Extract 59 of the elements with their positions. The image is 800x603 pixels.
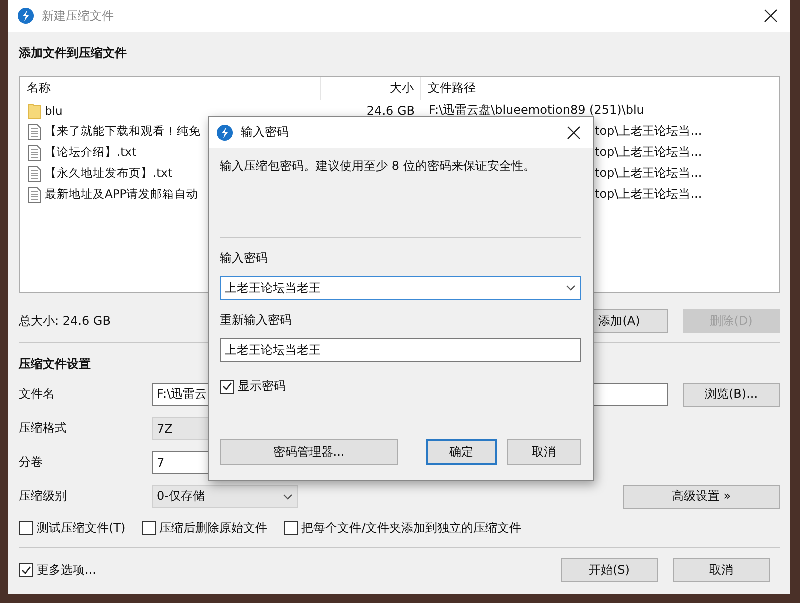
dialog-title: 输入密码	[241, 124, 289, 141]
column-header[interactable]: 大小	[321, 77, 421, 100]
field-label: 重新输入密码	[220, 312, 293, 328]
file-name: 【论坛介绍】.txt	[45, 145, 136, 160]
password-field[interactable]: 上老王论坛当老王	[220, 338, 581, 362]
checkbox[interactable]	[142, 521, 156, 535]
file-size: 24.6 GB	[366, 104, 415, 118]
field-label: 文件名	[19, 386, 56, 403]
section-heading: 压缩文件设置	[19, 356, 91, 373]
section-heading: 添加文件到压缩文件	[19, 45, 127, 62]
dialog-button[interactable]: 开始(S)	[561, 558, 658, 582]
lightning-icon	[18, 8, 34, 24]
dialog-button[interactable]: 取消	[673, 558, 770, 582]
total-size: 总大小: 24.6 GB	[19, 312, 111, 330]
dialog-button[interactable]: 密码管理器...	[220, 439, 398, 465]
caret-icon	[566, 285, 576, 291]
checkbox-label: 测试压缩文件(T)	[37, 520, 126, 536]
file-name: blu	[45, 104, 63, 118]
document-icon	[28, 144, 41, 160]
file-name: 【永久地址发布页】.txt	[45, 166, 172, 181]
window-title: 新建压缩文件	[42, 8, 114, 24]
close-icon	[567, 126, 581, 140]
check-icon	[222, 381, 232, 392]
file-path: top\上老王论坛当...	[595, 144, 702, 161]
file-path: top\上老王论坛当...	[595, 186, 702, 203]
file-name: 【来了就能下载和观看！纯免	[45, 124, 201, 139]
close-icon	[764, 9, 778, 23]
checkbox-label: 压缩后删除原始文件	[160, 520, 268, 536]
lightning-icon	[217, 124, 233, 140]
file-name: 最新地址及APP请发邮箱自动	[45, 187, 199, 202]
document-icon	[28, 166, 41, 182]
file-path: top\上老王论坛当...	[595, 123, 702, 140]
field-label: 压缩级别	[19, 488, 68, 505]
file-path: F:\迅雷云盘\blueemotion89 (251)\blu	[429, 102, 644, 119]
document-icon	[28, 186, 41, 202]
file-path: top\上老王论坛当...	[595, 165, 702, 182]
checkbox[interactable]	[284, 521, 298, 535]
dialog-button[interactable]: 确定	[426, 439, 497, 465]
checkbox-label: 显示密码	[238, 378, 286, 395]
check-icon	[20, 564, 32, 576]
dialog-description: 输入压缩包密码。建议使用至少 8 位的密码来保证安全性。	[220, 158, 536, 175]
checkbox[interactable]	[19, 563, 33, 577]
advanced-settings-button[interactable]: 高级设置 »	[623, 484, 780, 508]
browse-button[interactable]: 浏览(B)...	[683, 382, 780, 406]
column-header[interactable]: 名称	[20, 77, 321, 100]
dialog-button[interactable]: 取消	[507, 439, 581, 465]
field-label: 压缩格式	[19, 420, 68, 437]
checkbox[interactable]	[220, 380, 234, 394]
dropdown[interactable]: 0-仅存储	[152, 485, 298, 508]
column-header[interactable]: 文件路径	[421, 77, 779, 100]
field-label: 输入密码	[220, 250, 269, 266]
folder-icon	[28, 102, 41, 118]
caret-icon	[283, 494, 293, 500]
field-label: 分卷	[19, 454, 44, 471]
password-combo-field[interactable]: 上老王论坛当老王	[220, 276, 581, 300]
document-icon	[28, 124, 41, 140]
checkbox[interactable]	[19, 521, 33, 535]
checkbox-label: 把每个文件/文件夹添加到独立的压缩文件	[302, 520, 522, 536]
checkbox-label: 更多选项...	[37, 562, 96, 578]
